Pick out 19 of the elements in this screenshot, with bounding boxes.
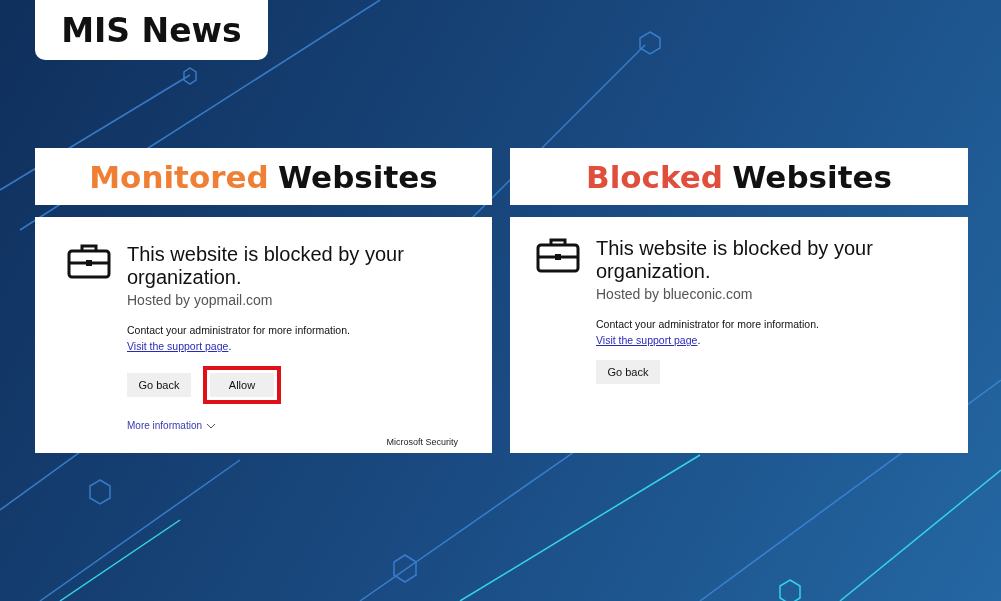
blocked-title: This website is blocked by your organization. [596,237,874,283]
hosted-by-text: Hosted by blueconic.com [596,286,753,302]
action-button[interactable]: Go back [596,360,660,384]
heading-accent-word: Monitored [89,158,269,195]
contact-message: Contact your administrator for more information. Visit the support page. [596,317,820,348]
action-button[interactable]: Allow [210,373,274,397]
more-information-link[interactable]: More information [127,420,217,431]
blocked-title: This website is blocked by your organization. [127,243,405,289]
hosted-by-text: Hosted by yopmail.com [127,292,273,308]
briefcase-icon [67,243,111,279]
chevron-icon [206,422,217,429]
briefcase-icon [536,237,580,273]
heading-accent-word: Blocked [586,158,723,195]
contact-message: Contact your administrator for more information. Visit the support page. [127,323,351,354]
action-button[interactable]: Go back [127,373,191,397]
heading-word: Websites [278,158,438,195]
heading-word: Websites [732,158,892,195]
badge-title: MIS News [61,10,242,50]
brand-footer-text: Microsoft Security [386,437,458,447]
